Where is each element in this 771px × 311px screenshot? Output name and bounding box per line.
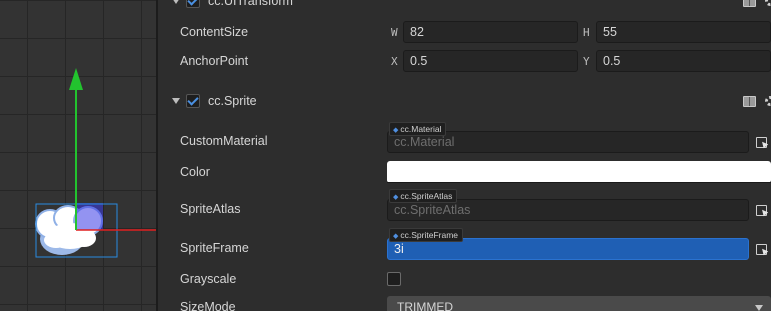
collapse-arrow-icon[interactable] [172, 0, 180, 4]
sprite-atlas-label: SpriteAtlas [180, 202, 241, 216]
sprite-atlas-type-tag: ◆ cc.SpriteAtlas [389, 189, 458, 203]
gear-icon[interactable] [765, 0, 771, 6]
grayscale-label: Grayscale [180, 272, 237, 286]
anchor-x-input[interactable]: 0.5 [403, 50, 578, 72]
color-swatch[interactable] [387, 161, 771, 183]
grayscale-checkbox[interactable] [387, 272, 401, 286]
sprite-title: cc.Sprite [208, 94, 257, 108]
size-mode-label: SizeMode [180, 300, 236, 311]
sprite-atlas-pick-button[interactable] [751, 199, 771, 221]
chevron-down-icon [755, 305, 763, 311]
scene-view[interactable] [0, 0, 156, 311]
uitransform-title: cc.UITransform [208, 0, 293, 8]
size-mode-value: TRIMMED [397, 300, 453, 311]
help-book-icon[interactable] [743, 95, 756, 107]
custom-material-pick-button[interactable] [751, 131, 771, 153]
anchor-rect-gizmo[interactable] [76, 203, 103, 230]
content-size-row: ContentSize W 82 H 55 [158, 20, 771, 44]
width-input[interactable]: 82 [403, 21, 578, 43]
anchor-y-input[interactable]: 0.5 [596, 50, 771, 72]
asset-diamond-icon: ◆ [393, 194, 399, 201]
sprite-enabled-checkbox[interactable] [186, 94, 200, 108]
height-axis-label: H [583, 25, 590, 39]
size-mode-select[interactable]: TRIMMED [387, 296, 771, 311]
cloud-sprite[interactable] [35, 203, 103, 255]
pick-arrow-icon [755, 204, 767, 216]
width-axis-label: W [391, 25, 398, 39]
color-label: Color [180, 165, 210, 179]
asset-diamond-icon: ◆ [393, 127, 399, 134]
anchor-point-row: AnchorPoint X 0.5 Y 0.5 [158, 49, 771, 73]
pick-arrow-icon [755, 136, 767, 148]
sprite-frame-label: SpriteFrame [180, 241, 249, 255]
sprite-frame-pick-button[interactable] [751, 238, 771, 260]
custom-material-label: CustomMaterial [180, 134, 268, 148]
collapse-arrow-icon[interactable] [172, 98, 180, 104]
uitransform-enabled-checkbox[interactable] [186, 0, 200, 8]
inspector-panel: cc.UITransform ContentSize W 82 H 55 Anc… [158, 0, 771, 311]
sprite-header[interactable]: cc.Sprite [158, 88, 771, 114]
uitransform-header[interactable]: cc.UITransform [158, 0, 771, 14]
y-axis-arrow-icon[interactable] [69, 68, 83, 90]
gear-icon[interactable] [765, 96, 771, 106]
custom-material-type-tag: ◆ cc.Material [389, 122, 447, 136]
anchor-x-axis-label: X [391, 54, 398, 68]
height-input[interactable]: 55 [596, 21, 771, 43]
anchor-y-axis-label: Y [583, 54, 590, 68]
content-size-label: ContentSize [180, 25, 249, 39]
help-book-icon[interactable] [743, 0, 756, 7]
asset-diamond-icon: ◆ [393, 233, 399, 240]
anchor-point-label: AnchorPoint [180, 54, 249, 68]
sprite-frame-type-tag: ◆ cc.SpriteFrame [389, 228, 464, 242]
pick-arrow-icon [755, 243, 767, 255]
